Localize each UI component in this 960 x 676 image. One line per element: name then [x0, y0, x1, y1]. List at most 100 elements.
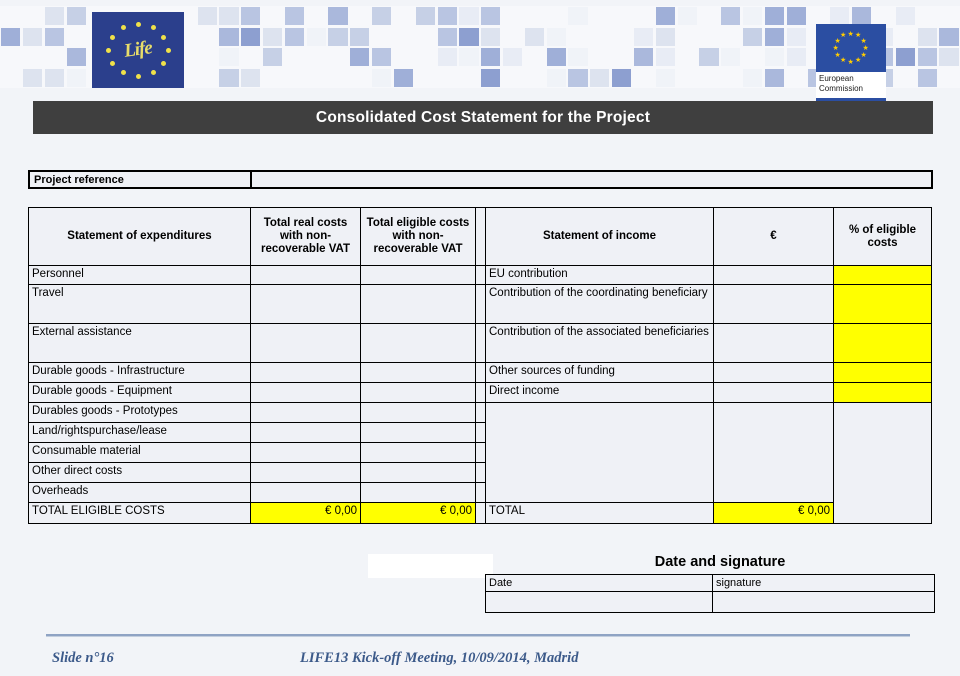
expenditure-real-travel[interactable] [250, 284, 361, 324]
expenditure-real-other-direct-costs[interactable] [250, 462, 361, 483]
project-reference-input[interactable] [252, 172, 931, 187]
income-percent-direct-income[interactable] [833, 382, 932, 403]
expenditure-eligible-personnel[interactable] [360, 265, 476, 285]
mosaic-tile [546, 68, 566, 87]
header-statement-income: Statement of income [485, 207, 714, 266]
income-amount-coordinating-beneficiary[interactable] [713, 284, 834, 324]
mosaic-tile [852, 7, 872, 26]
expenditure-real-land-rights[interactable] [250, 422, 361, 443]
life-logo-star [161, 34, 167, 40]
mosaic-tile [764, 7, 785, 26]
date-signature-table: Date signature [485, 574, 935, 613]
mosaic-tile [437, 27, 457, 46]
expenditure-eligible-external-assistance[interactable] [360, 323, 476, 363]
expenditure-label-personnel: Personnel [28, 265, 251, 285]
income-label-direct-income: Direct income [485, 382, 714, 403]
page-title: Consolidated Cost Statement for the Proj… [315, 108, 651, 126]
mosaic-tile [284, 27, 305, 46]
mosaic-tile [197, 7, 217, 26]
expenditure-real-overheads[interactable] [250, 482, 361, 503]
column-gap [475, 502, 486, 524]
mosaic-tile [459, 27, 479, 46]
expenditure-real-personnel[interactable] [250, 265, 361, 285]
mosaic-tile [393, 68, 414, 87]
mosaic-tile [219, 7, 239, 26]
mosaic-tile [917, 48, 937, 67]
expenditure-real-external-assistance[interactable] [250, 323, 361, 363]
mosaic-tile [350, 27, 370, 46]
mosaic-tile [743, 7, 763, 26]
mosaic-tile [372, 48, 392, 67]
expenditure-real-durables-goods-prototypes[interactable] [250, 402, 361, 423]
table-row: Durable goods - Infrastructure Other sou… [28, 362, 932, 383]
expenditure-label-durables-goods-prototypes: Durables goods - Prototypes [28, 402, 251, 423]
expenditure-eligible-land-rights[interactable] [360, 422, 476, 443]
mosaic-tile [328, 7, 348, 26]
mosaic-tile [350, 48, 370, 67]
expenditure-eligible-travel[interactable] [360, 284, 476, 324]
mosaic-tile [895, 48, 915, 67]
life-logo-star [161, 60, 167, 66]
header-euro: € [713, 207, 834, 266]
table-row: Durables goods - Prototypes [28, 402, 932, 524]
life-logo-star [120, 24, 126, 30]
mosaic-tile [917, 68, 937, 87]
total-eligible-costs-eligible: € 0,00 [360, 502, 476, 524]
expenditure-label-other-direct-costs: Other direct costs [28, 462, 251, 483]
date-signature-title: Date and signature [654, 554, 786, 570]
mosaic-tile [481, 68, 501, 87]
mosaic-tile [372, 7, 392, 26]
mosaic-tile [655, 7, 675, 26]
life-logo-star [105, 47, 111, 53]
cost-statement-table: Statement of expenditures Total real cos… [28, 207, 932, 524]
date-input[interactable] [485, 591, 713, 613]
eu-flag-star: ★ [847, 30, 854, 38]
income-percent-associated-beneficiaries[interactable] [833, 323, 932, 363]
expenditure-eligible-durable-goods-equipment[interactable] [360, 382, 476, 403]
mosaic-tile [241, 27, 261, 46]
eu-flag-star: ★ [860, 37, 867, 45]
expenditure-eligible-consumable-material[interactable] [360, 442, 476, 463]
date-label: Date [485, 574, 713, 592]
income-blank-percent-area [833, 402, 932, 524]
mosaic-tile [1, 27, 21, 46]
mosaic-tile [721, 48, 741, 67]
mosaic-tile [764, 27, 785, 46]
expenditure-real-durable-goods-equipment[interactable] [250, 382, 361, 403]
mosaic-tile [44, 27, 65, 46]
income-amount-eu-contribution[interactable] [713, 265, 834, 285]
date-signature-header-row: Date signature [485, 574, 935, 592]
expenditure-eligible-durables-goods-prototypes[interactable] [360, 402, 476, 423]
mosaic-tile [524, 27, 545, 46]
expenditure-eligible-durable-goods-infrastructure[interactable] [360, 362, 476, 383]
mosaic-tile [219, 68, 239, 87]
expenditure-eligible-other-direct-costs[interactable] [360, 462, 476, 483]
expenditure-eligible-overheads[interactable] [360, 482, 476, 503]
income-percent-coordinating-beneficiary[interactable] [833, 284, 932, 324]
footer-slide-number: Slide n°16 [52, 650, 114, 666]
mosaic-tile [655, 68, 675, 87]
life-logo-star [135, 21, 141, 27]
european-commission-logo: ★ ★ ★ ★ ★ ★ ★ ★ ★ ★ ★ ★ European Commission [816, 24, 886, 104]
expenditure-real-durable-goods-infrastructure[interactable] [250, 362, 361, 383]
life-logo-star [120, 70, 126, 76]
eu-flag-icon: ★ ★ ★ ★ ★ ★ ★ ★ ★ ★ ★ ★ [816, 24, 886, 72]
income-amount-direct-income[interactable] [713, 382, 834, 403]
life-logo: Life [92, 12, 184, 88]
expenditure-label-land-rights: Land/rightspurchase/lease [28, 422, 251, 443]
header-statement-expenditures: Statement of expenditures [28, 207, 251, 266]
income-amount-associated-beneficiaries[interactable] [713, 323, 834, 363]
mosaic-tile [764, 68, 785, 87]
income-percent-eu-contribution[interactable] [833, 265, 932, 285]
life-logo-star [150, 70, 156, 76]
table-row: Travel Contribution of the coordinating … [28, 284, 932, 324]
expenditure-real-consumable-material[interactable] [250, 442, 361, 463]
expenditure-label-durable-goods-equipment: Durable goods - Equipment [28, 382, 251, 403]
expenditure-label-travel: Travel [28, 284, 251, 324]
income-total-amount: € 0,00 [713, 502, 834, 524]
income-amount-other-sources-funding[interactable] [713, 362, 834, 383]
ec-logo-line1: European [819, 74, 854, 83]
signature-input[interactable] [712, 591, 935, 613]
income-percent-other-sources-funding[interactable] [833, 362, 932, 383]
mosaic-tile [44, 7, 65, 26]
